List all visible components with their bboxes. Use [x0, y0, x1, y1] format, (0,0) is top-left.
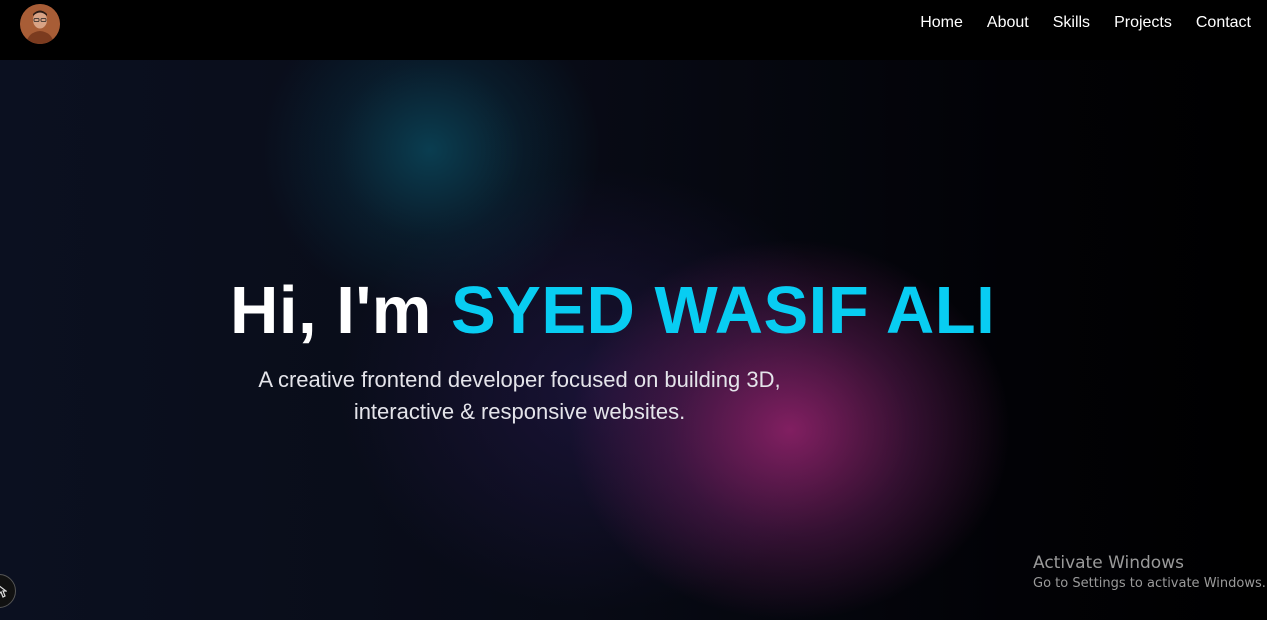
watermark-subtitle: Go to Settings to activate Windows. [1033, 576, 1266, 591]
hero-subtitle-line2: interactive & responsive websites. [353, 399, 686, 424]
nav-home[interactable]: Home [920, 14, 963, 32]
navbar: Home About Skills Projects Contact [0, 0, 1267, 60]
profile-photo-icon [20, 4, 60, 44]
nav-skills[interactable]: Skills [1053, 14, 1090, 32]
hero-section: Hi, I'm SYED WASIF ALI A creative fronte… [0, 60, 1267, 620]
hero-greeting: Hi, I'm [230, 273, 451, 348]
hero-subtitle-line1: A creative frontend developer focused on… [258, 367, 781, 392]
nav-about[interactable]: About [987, 14, 1029, 32]
nav-projects[interactable]: Projects [1114, 14, 1172, 32]
nav-contact[interactable]: Contact [1196, 14, 1251, 32]
avatar[interactable] [20, 4, 60, 44]
nav-links: Home About Skills Projects Contact [896, 14, 1251, 32]
hero-heading: Hi, I'm SYED WASIF ALI [230, 276, 995, 346]
cursor-icon [0, 585, 7, 598]
watermark-title: Activate Windows [1033, 553, 1184, 573]
hero-subtitle: A creative frontend developer focused on… [232, 364, 807, 428]
hero-name: SYED WASIF ALI [450, 273, 996, 348]
windows-activation-watermark: Activate Windows Go to Settings to activ… [1033, 552, 1266, 594]
page: Home About Skills Projects Contact Hi, I… [0, 0, 1267, 620]
